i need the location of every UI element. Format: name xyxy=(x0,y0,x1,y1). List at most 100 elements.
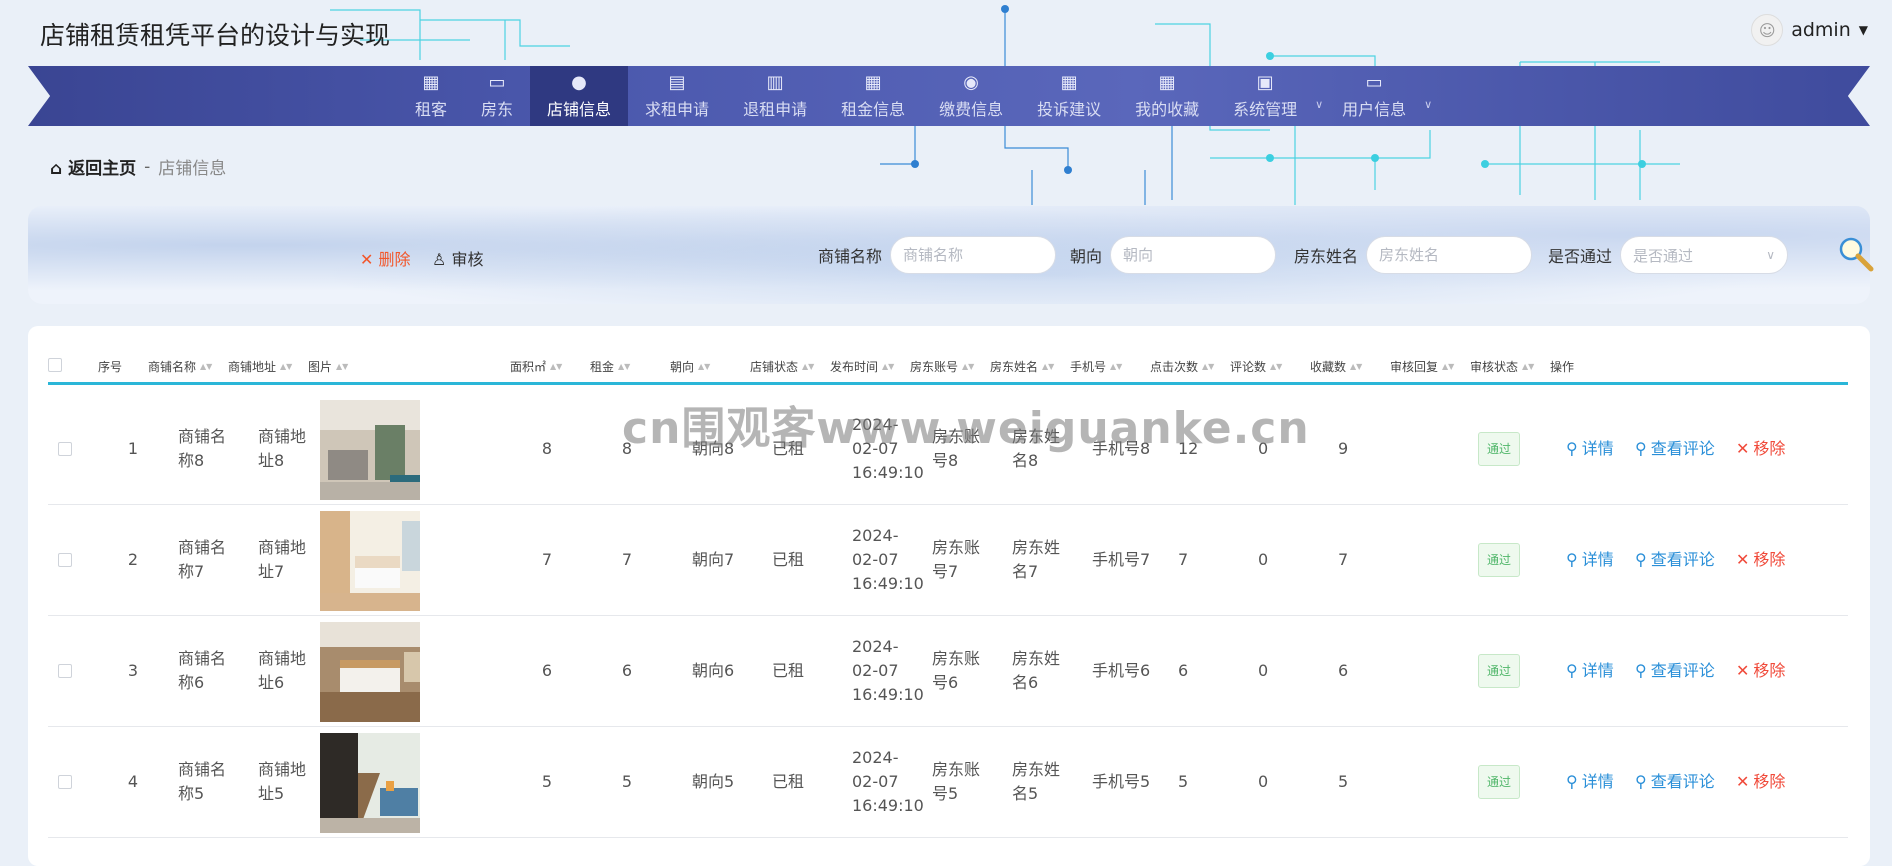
detail-action[interactable]: ⚲ 详情 xyxy=(1566,394,1614,504)
grid-icon: ▦ xyxy=(864,72,882,93)
th-shop-name[interactable]: 商铺名称 ▲▼ xyxy=(148,358,212,375)
view-comments-label: 查看评论 xyxy=(1650,661,1715,680)
remove-action[interactable]: ✕ 移除 xyxy=(1736,616,1785,726)
delete-button[interactable]: ✕ 删除 xyxy=(360,246,411,270)
orientation-label: 朝向 xyxy=(1070,247,1103,266)
cell-clicks: 5 xyxy=(1178,772,1189,791)
th-audit-status[interactable]: 审核状态 ▲▼ xyxy=(1470,358,1534,375)
row-checkbox[interactable] xyxy=(58,505,72,615)
cell-rent: 7 xyxy=(621,550,633,569)
th-clicks[interactable]: 点击次数 ▲▼ xyxy=(1150,358,1214,375)
nav-item-label: 求租申请 xyxy=(645,100,710,119)
th-orientation[interactable]: 朝向 ▲▼ xyxy=(670,358,710,375)
th-image[interactable]: 图片 ▲▼ xyxy=(308,358,348,375)
home-link-label: 返回主页 xyxy=(68,159,137,179)
cell-landlord-name: 房东姓名8 xyxy=(1012,427,1061,470)
close-icon: ✕ xyxy=(1736,550,1750,569)
shop-name-input[interactable] xyxy=(890,236,1057,274)
nav-item-shop-info[interactable]: ● 店铺信息 xyxy=(530,66,629,126)
th-shop-status[interactable]: 店铺状态 ▲▼ xyxy=(750,358,814,375)
nav-item-complaints[interactable]: ▦ 投诉建议 xyxy=(1020,66,1118,126)
view-icon: ⚲ xyxy=(1566,661,1578,680)
nav-item-favorites[interactable]: ▦ 我的收藏 xyxy=(1118,66,1216,126)
th-rent[interactable]: 租金 ▲▼ xyxy=(590,358,630,375)
search-panel: ✕ 删除 ♙ 审核 商铺名称 朝向 房东姓名 是否通过 是否通过 ∨ xyxy=(28,206,1874,304)
orientation-input[interactable] xyxy=(1110,236,1277,274)
cell-audit-reply xyxy=(1418,616,1458,726)
sort-icon: ▲▼ xyxy=(1110,362,1123,371)
detail-action[interactable]: ⚲ 详情 xyxy=(1566,505,1614,615)
cell-clicks: 6 xyxy=(1178,661,1189,680)
cell-favorites: 9 xyxy=(1338,439,1349,458)
table-row: 4 商铺名称5 商铺地址5 5 5 朝向5 已租 2024-02-07 16:49:10 房东账… xyxy=(48,727,1848,838)
detail-action-label: 详情 xyxy=(1581,439,1614,458)
nav-item-rent-info[interactable]: ▦ 租金信息 xyxy=(824,66,922,126)
sort-icon: ▲▼ xyxy=(550,362,563,371)
sort-icon: ▲▼ xyxy=(1042,362,1055,371)
nav-item-user-info[interactable]: ▭ 用户信息 ∨ xyxy=(1325,66,1434,126)
nav-item-payment-info[interactable]: ◉ 缴费信息 xyxy=(922,66,1020,126)
shop-image xyxy=(320,400,420,500)
cell-landlord-account: 房东账号7 xyxy=(932,538,981,581)
cell-shop-status: 已租 xyxy=(772,439,805,458)
cell-shop-address: 商铺地址6 xyxy=(258,649,307,692)
nav-item-landlord[interactable]: ▭ 房东 xyxy=(464,66,530,126)
close-icon: ✕ xyxy=(1736,772,1750,791)
home-link[interactable]: ⌂ 返回主页 xyxy=(50,154,136,179)
nav-item-terminate-request[interactable]: ▥ 退租申请 xyxy=(726,66,824,126)
th-index: 序号 xyxy=(98,360,123,374)
audit-button-label: 审核 xyxy=(451,250,484,269)
th-favorites[interactable]: 收藏数 ▲▼ xyxy=(1310,358,1362,375)
cell-comments: 0 xyxy=(1258,772,1269,791)
sort-icon: ▲▼ xyxy=(1270,362,1283,371)
remove-action[interactable]: ✕ 移除 xyxy=(1736,505,1785,615)
approved-label: 是否通过 xyxy=(1548,247,1613,266)
row-checkbox[interactable] xyxy=(58,616,72,726)
th-shop-address[interactable]: 商铺地址 ▲▼ xyxy=(228,358,292,375)
audit-button[interactable]: ♙ 审核 xyxy=(432,246,483,270)
detail-action[interactable]: ⚲ 详情 xyxy=(1566,727,1614,837)
sort-icon: ▲▼ xyxy=(802,362,815,371)
person-icon: ♙ xyxy=(432,250,447,269)
view-comments-action[interactable]: ⚲ 查看评论 xyxy=(1635,727,1715,837)
th-area[interactable]: 面积㎡ ▲▼ xyxy=(510,358,562,375)
landlord-name-label: 房东姓名 xyxy=(1294,247,1359,266)
view-icon: ⚲ xyxy=(1566,550,1578,569)
th-landlord-name[interactable]: 房东姓名 ▲▼ xyxy=(990,358,1054,375)
view-comments-label: 查看评论 xyxy=(1650,772,1715,791)
main-nav: ▦ 租客 ▭ 房东 ● 店铺信息 ▤ 求租申请 ▥ 退租申请 ▦ 租金信息 ◉ … xyxy=(28,66,1870,126)
select-all-checkbox[interactable] xyxy=(48,358,62,372)
cell-area: 7 xyxy=(541,550,553,569)
nav-item-label: 用户信息 xyxy=(1342,100,1407,119)
nav-item-tenant[interactable]: ▦ 租客 xyxy=(398,66,464,126)
th-landlord-account[interactable]: 房东账号 ▲▼ xyxy=(910,358,974,375)
row-checkbox[interactable] xyxy=(58,727,72,837)
grid-icon: ▦ xyxy=(1060,72,1078,93)
view-comments-action[interactable]: ⚲ 查看评论 xyxy=(1635,505,1715,615)
th-audit-reply[interactable]: 审核回复 ▲▼ xyxy=(1390,358,1454,375)
approved-select[interactable]: 是否通过 ∨ xyxy=(1620,236,1789,274)
user-menu[interactable]: ☺ admin ▼ xyxy=(1751,14,1868,46)
row-checkbox[interactable] xyxy=(58,394,72,504)
th-phone[interactable]: 手机号 ▲▼ xyxy=(1070,358,1122,375)
search-icon[interactable] xyxy=(1836,234,1876,274)
remove-action[interactable]: ✕ 移除 xyxy=(1736,727,1785,837)
remove-action[interactable]: ✕ 移除 xyxy=(1736,394,1785,504)
view-icon: ⚲ xyxy=(1635,772,1647,791)
cell-rent: 8 xyxy=(621,439,633,458)
chevron-down-icon: ∨ xyxy=(1766,248,1776,262)
breadcrumb-current: 店铺信息 xyxy=(158,159,227,179)
delete-button-label: 删除 xyxy=(378,250,411,269)
landlord-name-input[interactable] xyxy=(1366,236,1533,274)
close-icon: ✕ xyxy=(1736,661,1750,680)
view-comments-action[interactable]: ⚲ 查看评论 xyxy=(1635,616,1715,726)
close-icon: ✕ xyxy=(360,250,374,269)
th-publish-time[interactable]: 发布时间 ▲▼ xyxy=(830,358,894,375)
view-comments-action[interactable]: ⚲ 查看评论 xyxy=(1635,394,1715,504)
detail-action[interactable]: ⚲ 详情 xyxy=(1566,616,1614,726)
nav-item-rent-request[interactable]: ▤ 求租申请 xyxy=(628,66,726,126)
nav-item-label: 系统管理 xyxy=(1233,100,1298,119)
nav-item-system[interactable]: ▣ 系统管理 ∨ xyxy=(1216,66,1325,126)
th-comments[interactable]: 评论数 ▲▼ xyxy=(1230,358,1282,375)
cell-favorites: 6 xyxy=(1338,661,1349,680)
